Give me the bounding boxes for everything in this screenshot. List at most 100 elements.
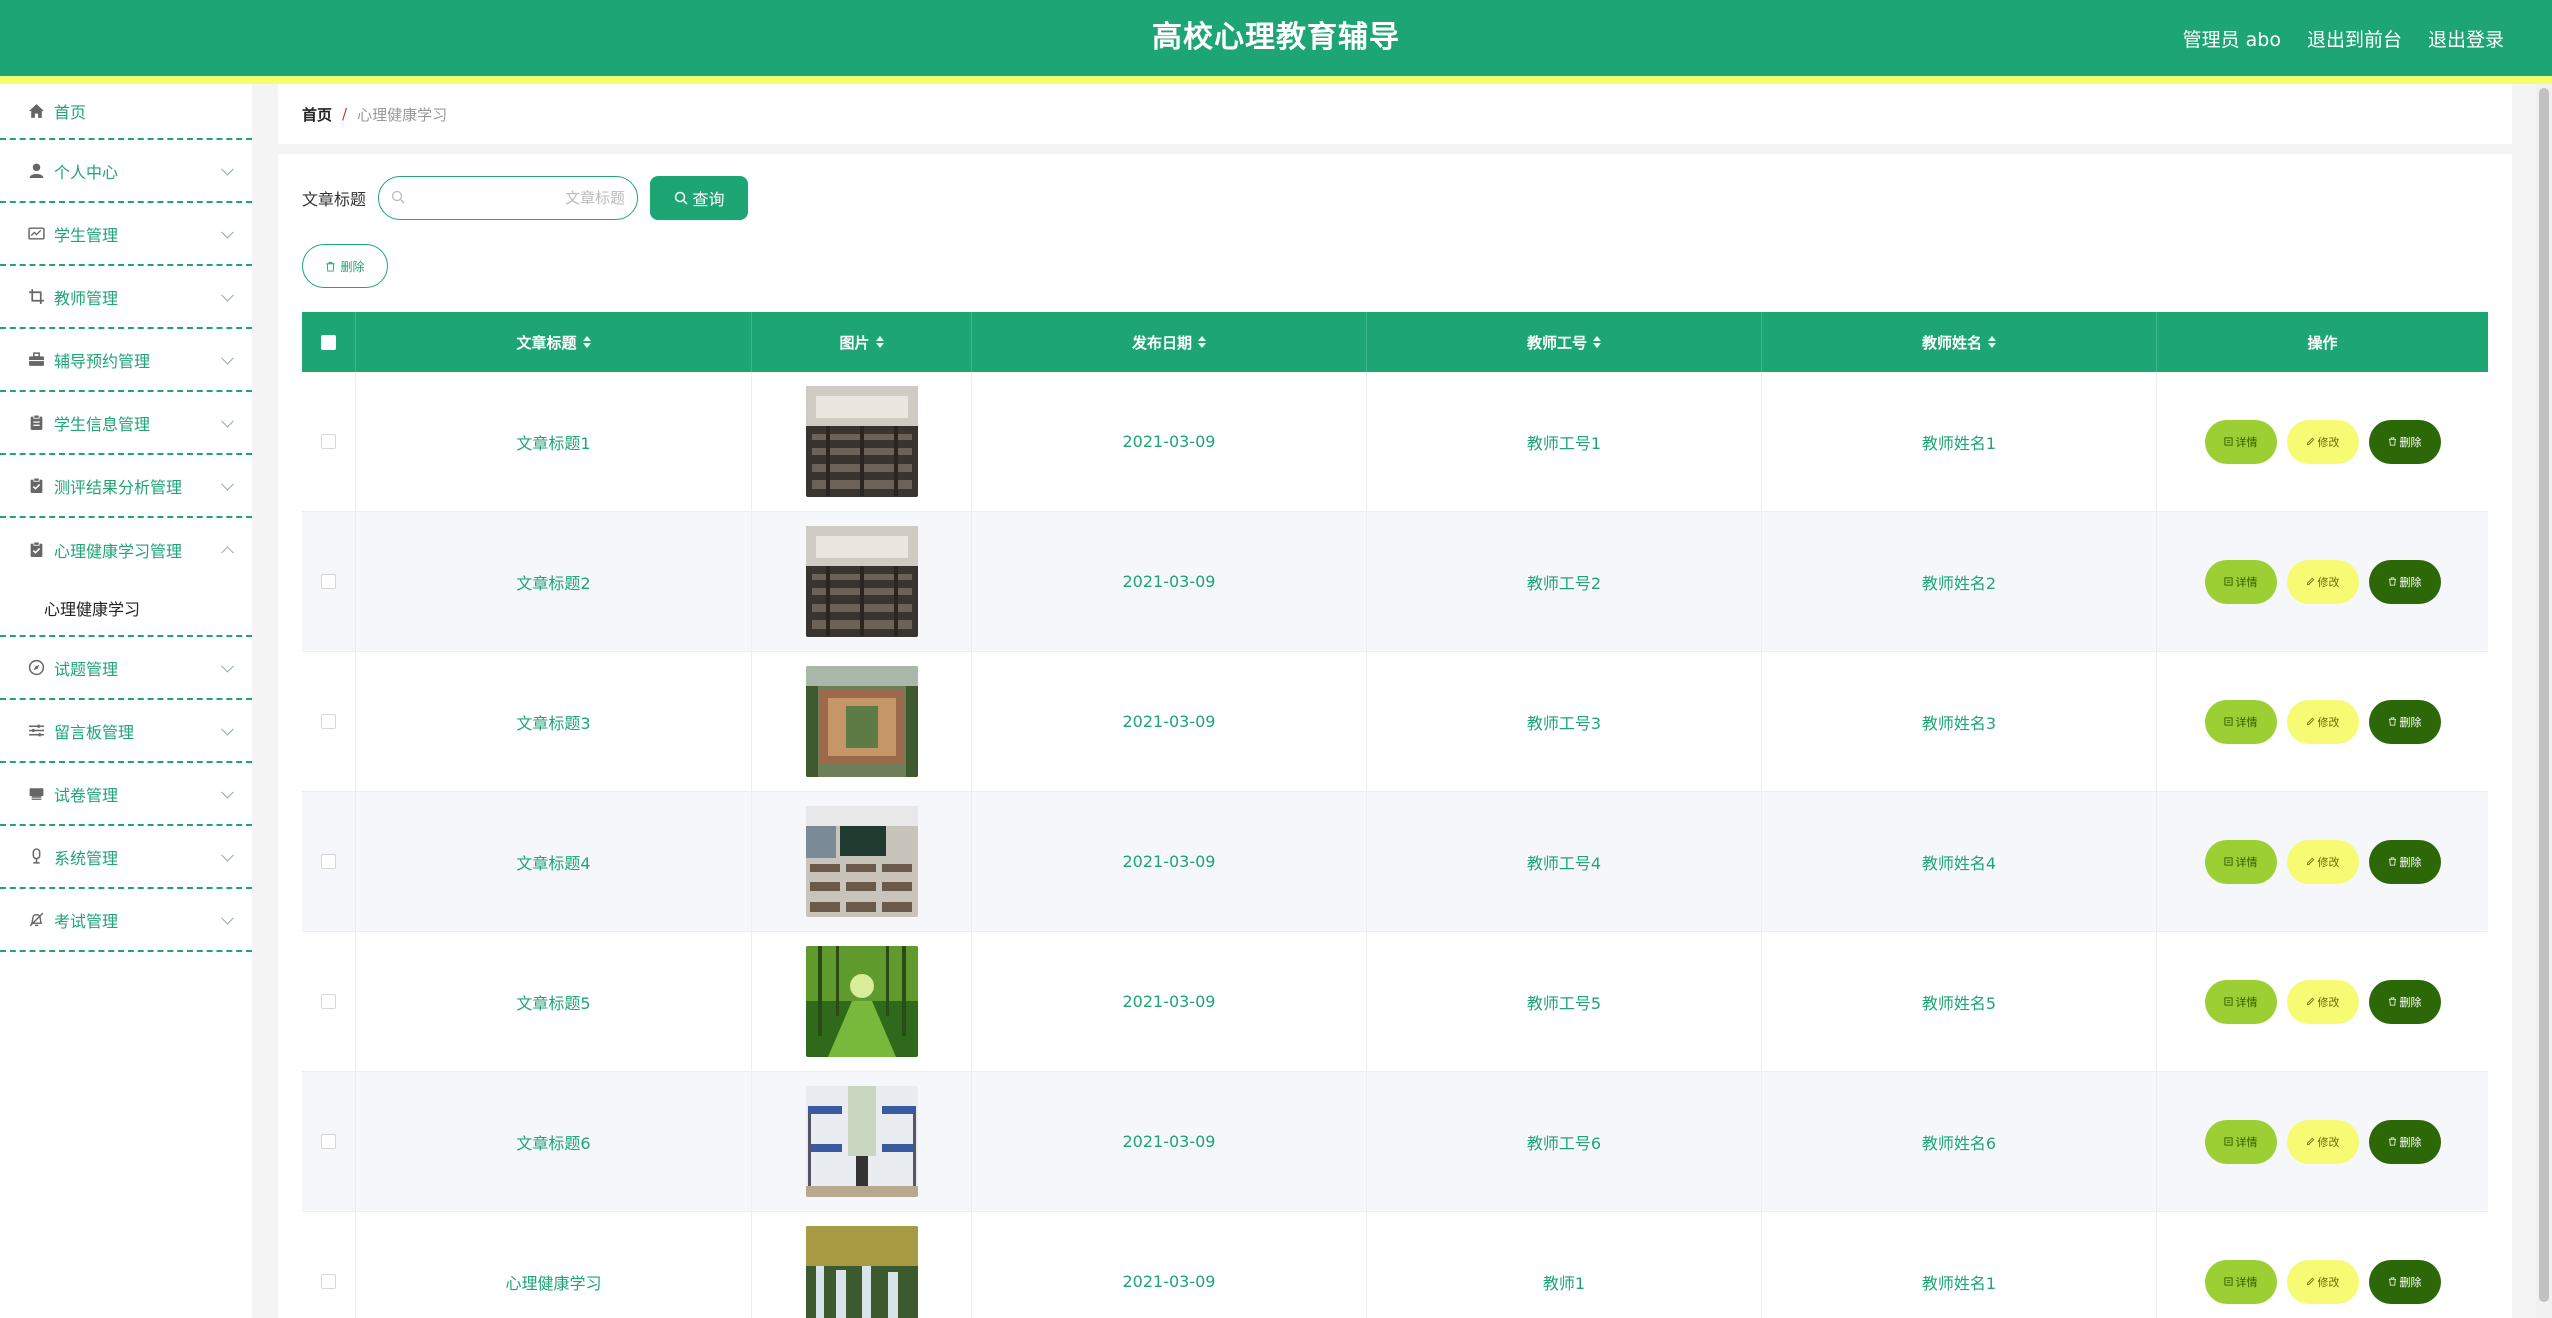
detail-button[interactable]: 详情	[2204, 419, 2277, 464]
table-header: 文章标题 图片 发布日期 教师工号 教师姓名 操作	[302, 312, 2488, 372]
detail-button-label: 详情	[2235, 855, 2258, 869]
detail-button[interactable]: 详情	[2204, 839, 2277, 884]
document-icon	[2223, 857, 2233, 866]
cell-actions: 详情 修改 删除	[2157, 932, 2488, 1071]
delete-button[interactable]: 删除	[2368, 419, 2441, 464]
trash-icon	[2388, 717, 2396, 726]
sidebar-item-teacher-management[interactable]: 教师管理	[0, 266, 252, 329]
select-all-checkbox[interactable]	[321, 334, 336, 350]
top-header: 高校心理教育辅导 管理员 abo 退出到前台 退出登录	[0, 0, 2552, 76]
forest-path-photo[interactable]	[805, 946, 918, 1057]
sidebar-item-label: 系统管理	[54, 848, 119, 868]
detail-button[interactable]: 详情	[2204, 1259, 2277, 1304]
cell-teacher-name: 教师姓名3	[1762, 652, 2157, 791]
column-header-title[interactable]: 文章标题	[356, 312, 752, 372]
sidebar-item-label: 心理健康学习管理	[54, 541, 183, 561]
select-all-checkbox-cell	[302, 312, 356, 372]
edit-button[interactable]: 修改	[2286, 419, 2359, 464]
detail-button[interactable]: 详情	[2204, 979, 2277, 1024]
sidebar: 首页 个人中心 学生管理 教师管理 辅导预约管理 学生信息管理 测评结果分析管理…	[0, 84, 252, 1318]
row-checkbox[interactable]	[321, 574, 336, 589]
cell-image	[752, 652, 972, 791]
trash-icon	[326, 261, 336, 272]
chevron-up-icon	[221, 545, 234, 559]
auditorium-photo[interactable]	[805, 386, 918, 497]
scrollbar-thumb[interactable]	[2539, 88, 2549, 1302]
cell-title: 文章标题1	[356, 372, 752, 511]
delete-button-label: 删除	[2399, 435, 2422, 449]
row-checkbox[interactable]	[321, 1274, 336, 1289]
article-title-search-input[interactable]	[409, 183, 626, 213]
column-header-image[interactable]: 图片	[752, 312, 972, 372]
delete-button[interactable]: 删除	[2368, 559, 2441, 604]
detail-button[interactable]: 详情	[2204, 559, 2277, 604]
row-checkbox[interactable]	[321, 1134, 336, 1149]
batch-delete-button[interactable]: 删除	[302, 244, 388, 288]
sidebar-item-assessment-analysis[interactable]: 测评结果分析管理	[0, 455, 252, 518]
edit-button-label: 修改	[2317, 435, 2340, 449]
auditorium-photo[interactable]	[805, 526, 918, 637]
delete-button[interactable]: 删除	[2368, 1119, 2441, 1164]
edit-button[interactable]: 修改	[2286, 559, 2359, 604]
edit-button[interactable]: 修改	[2286, 699, 2359, 744]
sidebar-subitem-mental-health-learning[interactable]: 心理健康学习	[0, 581, 252, 637]
breadcrumb-home-link[interactable]: 首页	[302, 104, 332, 125]
chevron-down-icon	[221, 477, 234, 491]
clipboard-check-icon	[27, 477, 45, 495]
sidebar-item-student-info-management[interactable]: 学生信息管理	[0, 392, 252, 455]
cell-teacher-no: 教师工号5	[1367, 932, 1762, 1071]
column-header-teacher-name[interactable]: 教师姓名	[1762, 312, 2157, 372]
row-checkbox[interactable]	[321, 854, 336, 869]
detail-button[interactable]: 详情	[2204, 1119, 2277, 1164]
cell-actions: 详情 修改 删除	[2157, 1072, 2488, 1211]
detail-button-label: 详情	[2235, 995, 2258, 1009]
back-to-frontend-link[interactable]: 退出到前台	[2307, 25, 2402, 52]
sidebar-item-personal-center[interactable]: 个人中心	[0, 140, 252, 203]
delete-button[interactable]: 删除	[2368, 839, 2441, 884]
classroom-photo[interactable]	[805, 806, 918, 917]
chevron-down-icon	[221, 351, 234, 365]
sidebar-item-mental-health-learning[interactable]: 心理健康学习管理	[0, 518, 252, 581]
row-checkbox-cell	[302, 1072, 356, 1211]
sidebar-item-message-board[interactable]: 留言板管理	[0, 700, 252, 763]
waterfall-photo[interactable]	[805, 1226, 918, 1318]
dormitory-photo[interactable]	[805, 1086, 918, 1197]
sidebar-item-home[interactable]: 首页	[0, 84, 252, 140]
pencil-icon	[2306, 857, 2314, 866]
edit-button[interactable]: 修改	[2286, 839, 2359, 884]
sidebar-item-label: 个人中心	[54, 162, 119, 182]
sidebar-item-system-management[interactable]: 系统管理	[0, 826, 252, 889]
sidebar-item-label: 学生管理	[54, 225, 119, 245]
detail-button-label: 详情	[2235, 715, 2258, 729]
detail-button[interactable]: 详情	[2204, 699, 2277, 744]
sidebar-item-exam-paper-management[interactable]: 试卷管理	[0, 763, 252, 826]
campus-aerial-photo[interactable]	[805, 666, 918, 777]
delete-button[interactable]: 删除	[2368, 979, 2441, 1024]
delete-button[interactable]: 删除	[2368, 699, 2441, 744]
edit-button[interactable]: 修改	[2286, 979, 2359, 1024]
edit-button[interactable]: 修改	[2286, 1119, 2359, 1164]
edit-button[interactable]: 修改	[2286, 1259, 2359, 1304]
logout-link[interactable]: 退出登录	[2428, 25, 2504, 52]
row-checkbox-cell	[302, 372, 356, 511]
sidebar-item-exam-management[interactable]: 考试管理	[0, 889, 252, 952]
query-button[interactable]: 查询	[650, 176, 749, 220]
delete-button[interactable]: 删除	[2368, 1259, 2441, 1304]
row-checkbox[interactable]	[321, 714, 336, 729]
pencil-icon	[2306, 717, 2314, 726]
document-icon	[2223, 577, 2233, 586]
sidebar-item-question-management[interactable]: 试题管理	[0, 637, 252, 700]
sidebar-item-appointment-management[interactable]: 辅导预约管理	[0, 329, 252, 392]
trash-icon	[2388, 437, 2396, 446]
detail-button-label: 详情	[2235, 1135, 2258, 1149]
trash-icon	[2388, 997, 2396, 1006]
row-checkbox[interactable]	[321, 994, 336, 1009]
column-header-label: 发布日期	[1131, 333, 1192, 352]
column-header-date[interactable]: 发布日期	[972, 312, 1367, 372]
page-scrollbar[interactable]	[2536, 84, 2552, 1318]
sidebar-item-student-management[interactable]: 学生管理	[0, 203, 252, 266]
row-checkbox[interactable]	[321, 434, 336, 449]
chevron-down-icon	[221, 911, 234, 925]
column-header-teacher-no[interactable]: 教师工号	[1367, 312, 1762, 372]
cell-teacher-no: 教师1	[1367, 1212, 1762, 1318]
